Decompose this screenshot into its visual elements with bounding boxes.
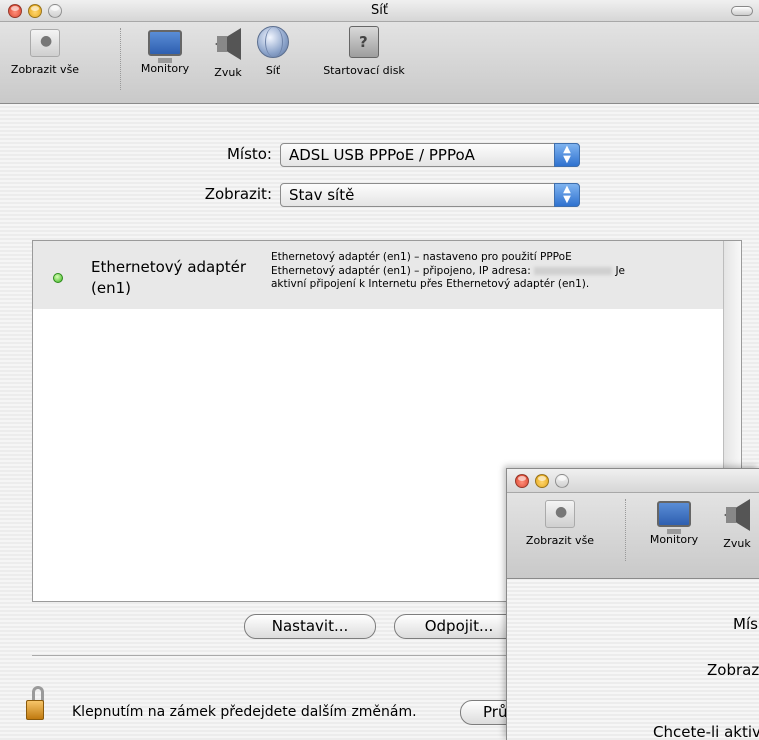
show-value: Stav sítě (289, 186, 355, 204)
status-line: Ethernetový adaptér (en1) – nastaveno pr… (271, 251, 572, 263)
lock-icon[interactable] (26, 700, 44, 720)
activation-text-partial: Chcete-li aktiv (653, 723, 759, 740)
lock-hint-text: Klepnutím na zámek předejdete dalším změ… (72, 704, 417, 720)
network-preferences-window-2: Zobrazit vše Monitory Zvuk Mís Zobraz Ch… (506, 468, 759, 740)
location-label: Místo: (226, 145, 272, 163)
status-line: aktivní připojení k Internetu přes Ether… (271, 278, 590, 290)
location-label-partial: Mís (733, 615, 758, 633)
disconnect-button[interactable]: Odpojit... (394, 614, 524, 639)
popup-arrows-icon: ▲ ▼ (554, 183, 580, 207)
list-item[interactable]: Ethernetový adaptér (en1) Ethernetový ad… (33, 241, 723, 309)
startup-disk-icon (349, 26, 379, 58)
ip-address-redacted (534, 266, 613, 275)
toolbar-item-show-all[interactable]: Zobrazit vše (517, 497, 603, 547)
show-all-icon (30, 29, 60, 57)
toolbar-label: Monitory (140, 62, 190, 75)
status-line: Ethernetový adaptér (en1) – připojeno, I… (271, 265, 721, 279)
location-popup[interactable]: ADSL USB PPPoE / PPPoA ▲ ▼ (280, 143, 580, 167)
toolbar-label: Zvuk (214, 66, 242, 79)
status-connected-icon (53, 273, 63, 283)
toolbar-separator (120, 28, 121, 90)
toolbar-item-sound[interactable]: Zvuk (208, 26, 248, 79)
title-bar[interactable] (507, 469, 759, 493)
preferences-toolbar: Zobrazit vše Monitory Zvuk Síť Startovac… (0, 22, 759, 104)
adapter-status-text: Ethernetový adaptér (en1) – nastaveno pr… (271, 251, 721, 292)
monitor-icon (657, 501, 691, 534)
preferences-toolbar: Zobrazit vše Monitory Zvuk (507, 493, 759, 579)
toolbar-toggle-button[interactable] (731, 6, 753, 16)
toolbar-label: Startovací disk (323, 64, 405, 77)
status-line-end: Je (615, 264, 625, 277)
zoom-icon[interactable] (555, 474, 569, 488)
toolbar-label: Zobrazit vše (525, 534, 595, 547)
window-title: Síť (371, 3, 388, 18)
speaker-icon (724, 499, 750, 531)
toolbar-item-monitors[interactable]: Monitory (134, 26, 196, 75)
adapter-name: Ethernetový adaptér (en1) (91, 258, 247, 297)
show-label: Zobrazit: (204, 185, 272, 203)
toolbar-item-monitors[interactable]: Monitory (643, 497, 705, 546)
toolbar-item-show-all[interactable]: Zobrazit vše (2, 26, 88, 76)
network-globe-icon (257, 26, 289, 58)
show-popup[interactable]: Stav sítě ▲ ▼ (280, 183, 580, 207)
toolbar-label: Monitory (649, 533, 699, 546)
configure-button[interactable]: Nastavit... (244, 614, 376, 639)
speaker-icon (215, 28, 241, 60)
show-label-partial: Zobraz (707, 661, 759, 679)
minimize-icon[interactable] (535, 474, 549, 488)
toolbar-item-network[interactable]: Síť (256, 26, 290, 77)
toolbar-separator (625, 499, 626, 561)
toolbar-label: Zobrazit vše (10, 63, 80, 76)
toolbar-item-startup-disk[interactable]: Startovací disk (312, 26, 416, 77)
toolbar-item-sound[interactable]: Zvuk (717, 497, 757, 550)
location-value: ADSL USB PPPoE / PPPoA (289, 146, 475, 164)
monitor-icon (148, 30, 182, 63)
status-line-start: Ethernetový adaptér (en1) – připojeno, I… (271, 264, 531, 277)
title-bar[interactable]: Síť (0, 0, 759, 22)
toolbar-label: Síť (265, 64, 281, 77)
toolbar-label: Zvuk (723, 537, 751, 550)
close-icon[interactable] (515, 474, 529, 488)
popup-arrows-icon: ▲ ▼ (554, 143, 580, 167)
show-all-icon (545, 500, 575, 528)
